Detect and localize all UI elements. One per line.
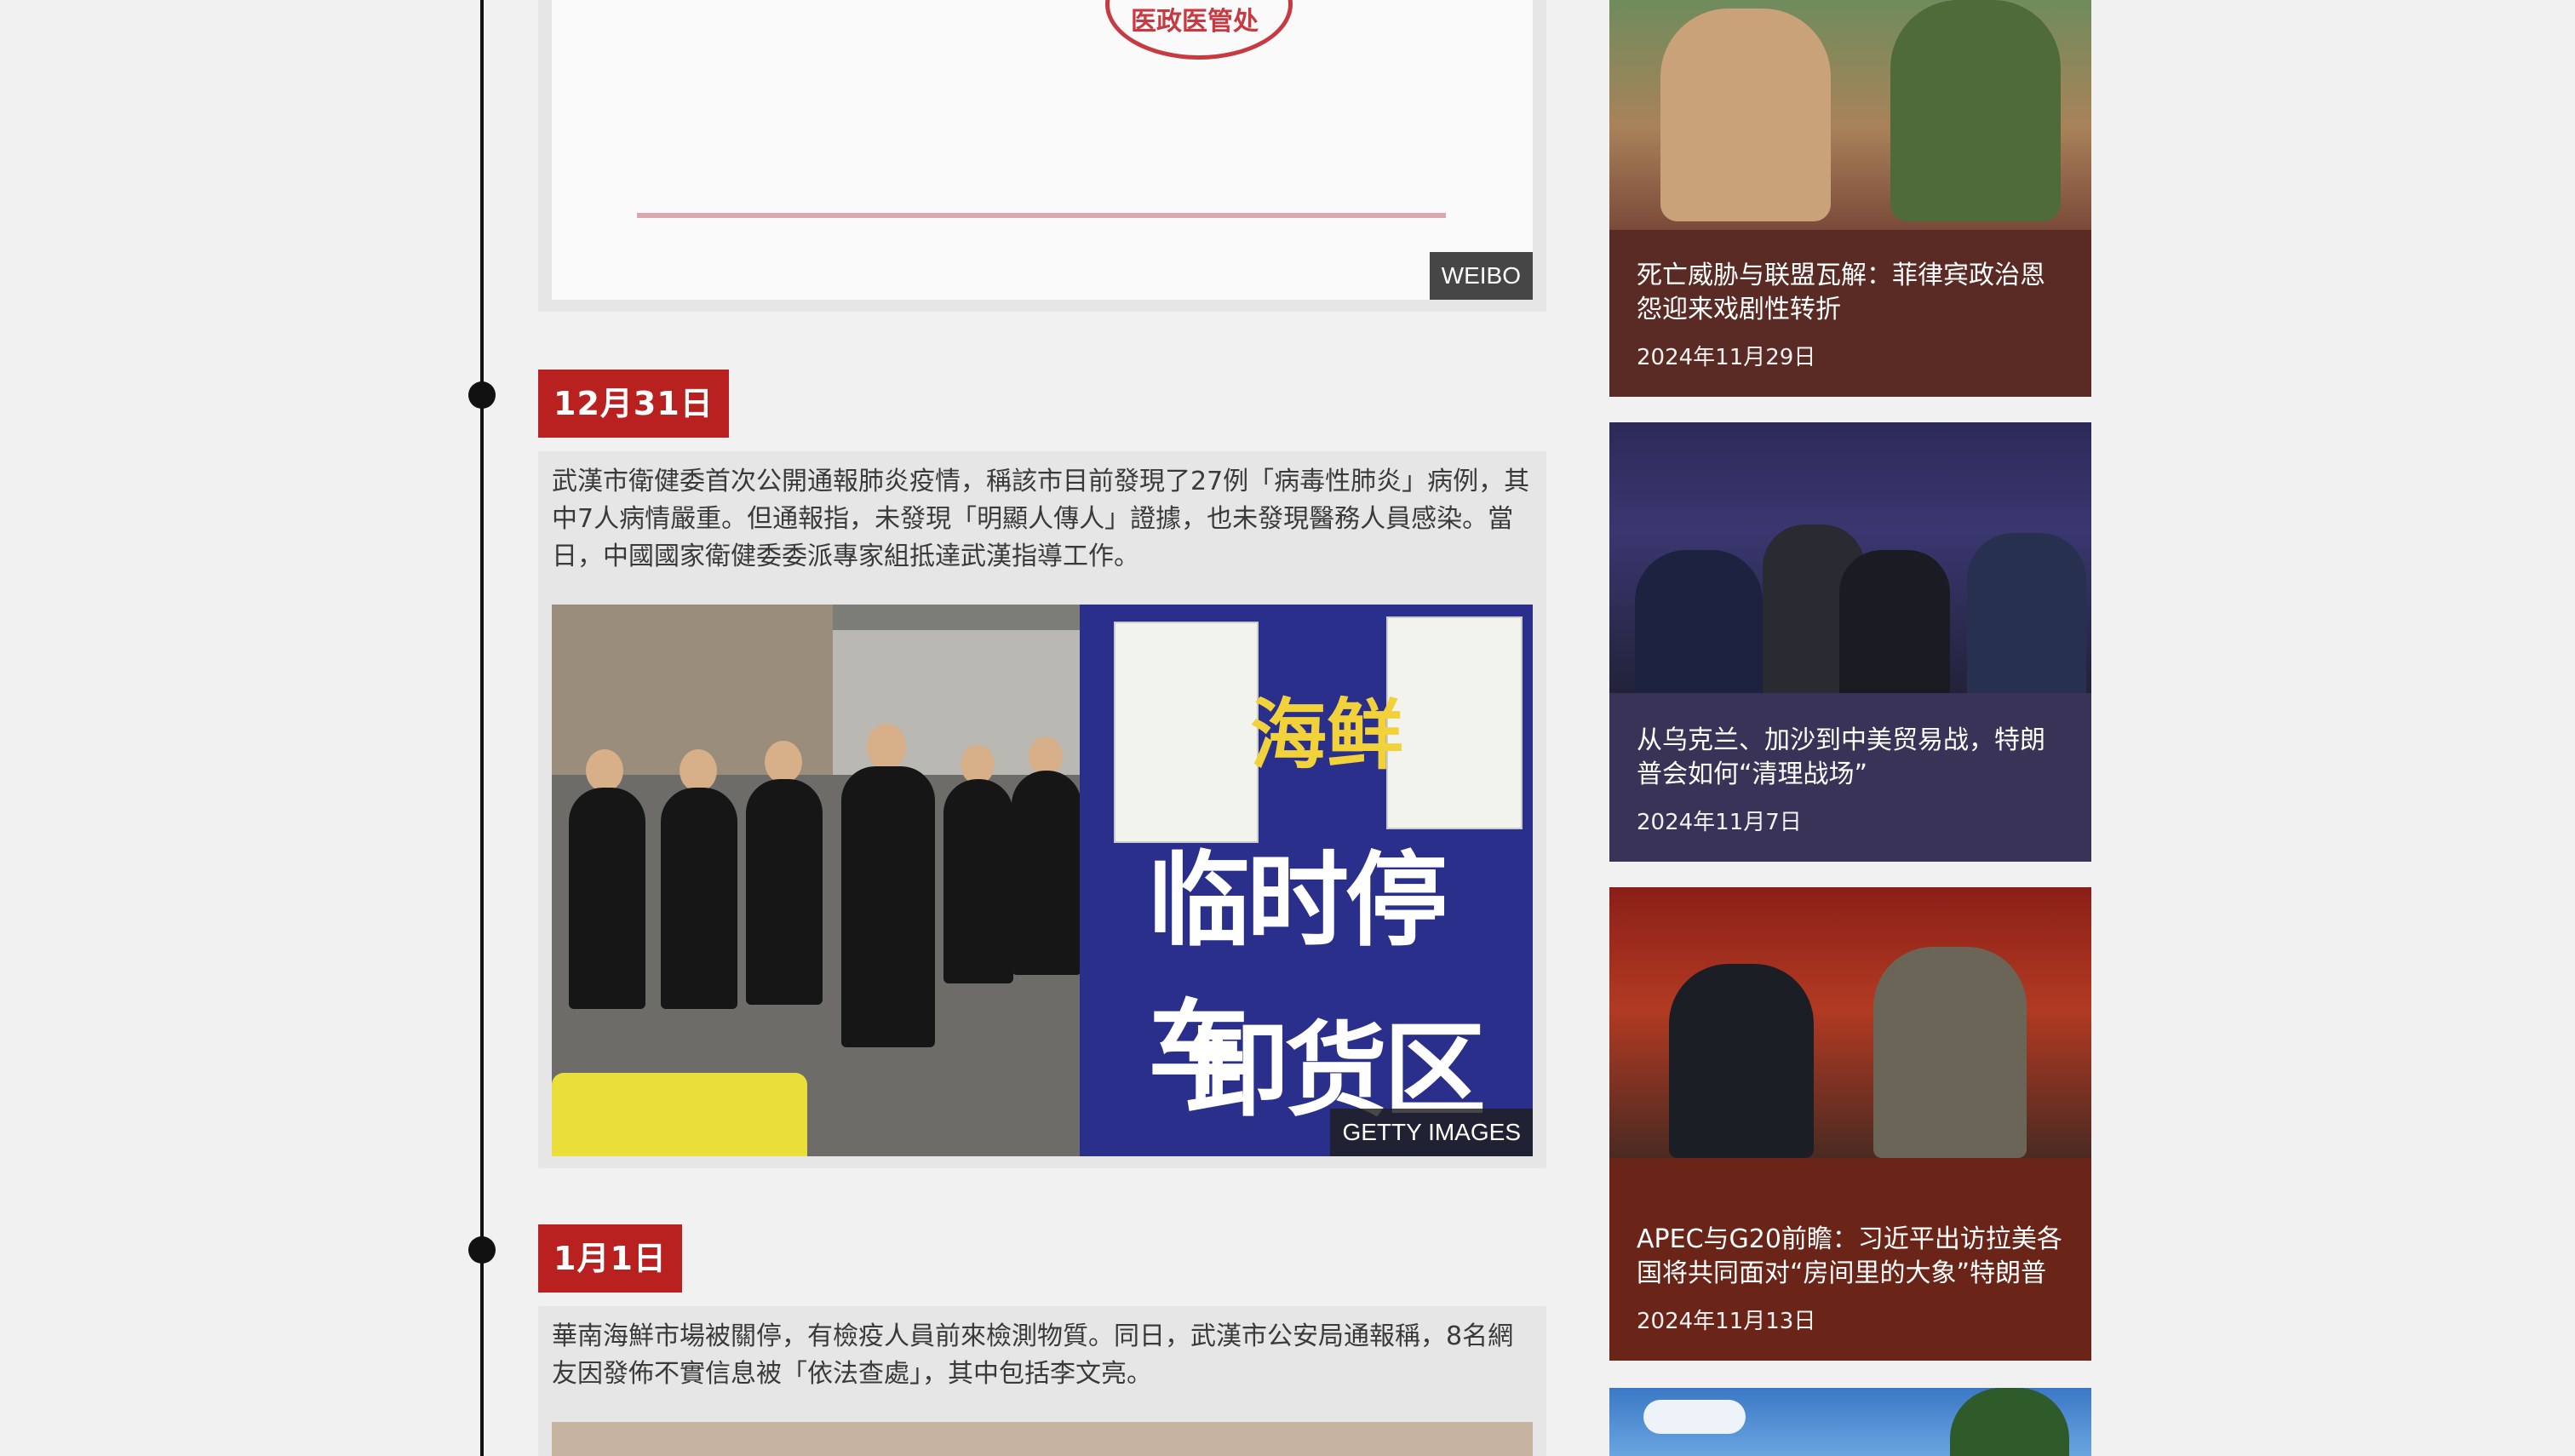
seated-figure: [1873, 947, 2027, 1158]
officer-head: [586, 749, 623, 792]
officer-head: [765, 741, 802, 783]
seal-stamp-text: 医政医管处: [1131, 7, 1259, 37]
effigy-right: [1890, 0, 2061, 221]
crowd-figure: [1839, 550, 1950, 693]
cloud-shape: [1643, 1400, 1746, 1434]
document-photo: 医政医管处 WEIBO: [552, 0, 1533, 300]
document-rule-line: [637, 213, 1446, 218]
officer-figure: [841, 766, 935, 1047]
palm-tree: [1950, 1388, 2069, 1456]
effigy-left: [1660, 9, 1831, 221]
story-date: 2024年11月7日: [1637, 810, 1802, 835]
photo-credit: GETTY IMAGES: [1330, 1109, 1533, 1156]
officer-figure: [569, 788, 645, 1009]
officer-head: [867, 724, 906, 770]
timeline-card-document: 医政医管处 WEIBO: [538, 0, 1546, 312]
story-text-block: 从乌克兰、加沙到中美贸易战，特朗普会如何“清理战场” 2024年11月7日: [1609, 724, 2091, 862]
date-tag: 12月31日: [538, 370, 729, 438]
story-title[interactable]: 从乌克兰、加沙到中美贸易战，特朗普会如何“清理战场”: [1637, 724, 2064, 792]
story-text-block: 死亡威胁与联盟瓦解：菲律宾政治恩怨迎来戏剧性转折 2024年11月29日: [1609, 259, 2091, 397]
officer-figure: [661, 788, 737, 1009]
story-image: [1609, 422, 2091, 693]
crowd-figure: [1967, 533, 2086, 693]
entry-photo[interactable]: [552, 1422, 1533, 1456]
article-page: 医政医管处 WEIBO 12月31日 武漢市衛健委首次公開通報肺炎疫情，稱該市目…: [0, 0, 2575, 1456]
crowd-figure: [1635, 550, 1763, 693]
story-image: [1609, 887, 2091, 1158]
timeline-card: 武漢市衛健委首次公開通報肺炎疫情，稱該市目前發現了27例「病毒性肺炎」病例，其中…: [538, 451, 1546, 1168]
officer-figure: [1012, 771, 1081, 975]
notice-paper: [1114, 622, 1259, 843]
entry-text: 華南海鮮市場被關停，有檢疫人員前來檢測物質。同日，武漢市公安局通報稱，8名網友因…: [552, 1321, 1514, 1389]
story-date: 2024年11月29日: [1637, 345, 1816, 370]
sidebar-story-card[interactable]: [1609, 1388, 2091, 1456]
officer-head: [680, 749, 717, 792]
officer-figure: [746, 779, 823, 1005]
story-text-block: APEC与G20前瞻：习近平出访拉美各国将共同面对“房间里的大象”特朗普 202…: [1609, 1223, 2091, 1361]
seated-figure: [1669, 964, 1814, 1158]
story-title[interactable]: 死亡威胁与联盟瓦解：菲律宾政治恩怨迎来戏剧性转折: [1637, 259, 2064, 327]
market-photo[interactable]: 海鲜 临时停车 卸货区 GETTY IMAGES: [552, 605, 1533, 1156]
story-title[interactable]: APEC与G20前瞻：习近平出访拉美各国将共同面对“房间里的大象”特朗普: [1637, 1223, 2064, 1291]
story-date: 2024年11月13日: [1637, 1309, 1816, 1334]
notice-paper: [1386, 616, 1523, 829]
officer-figure: [943, 779, 1013, 983]
market-sign: 海鲜 临时停车 卸货区: [1080, 605, 1533, 1156]
entry-text: 武漢市衛健委首次公開通報肺炎疫情，稱該市目前發現了27例「病毒性肺炎」病例，其中…: [552, 467, 1530, 571]
photo-credit: WEIBO: [1429, 252, 1533, 300]
story-image: [1609, 0, 2091, 230]
yellow-barrier: [552, 1073, 807, 1156]
sidebar-story-card[interactable]: 从乌克兰、加沙到中美贸易战，特朗普会如何“清理战场” 2024年11月7日: [1609, 422, 2091, 862]
sidebar-story-card[interactable]: APEC与G20前瞻：习近平出访拉美各国将共同面对“房间里的大象”特朗普 202…: [1609, 887, 2091, 1361]
timeline-card: 華南海鮮市場被關停，有檢疫人員前來檢測物質。同日，武漢市公安局通報稱，8名網友因…: [538, 1306, 1546, 1456]
date-tag: 1月1日: [538, 1224, 682, 1293]
timeline-dot: [468, 381, 496, 409]
sign-top-text: 海鲜: [1250, 691, 1403, 780]
timeline-dot: [468, 1236, 496, 1264]
sidebar-story-card[interactable]: 死亡威胁与联盟瓦解：菲律宾政治恩怨迎来戏剧性转折 2024年11月29日: [1609, 0, 2091, 397]
